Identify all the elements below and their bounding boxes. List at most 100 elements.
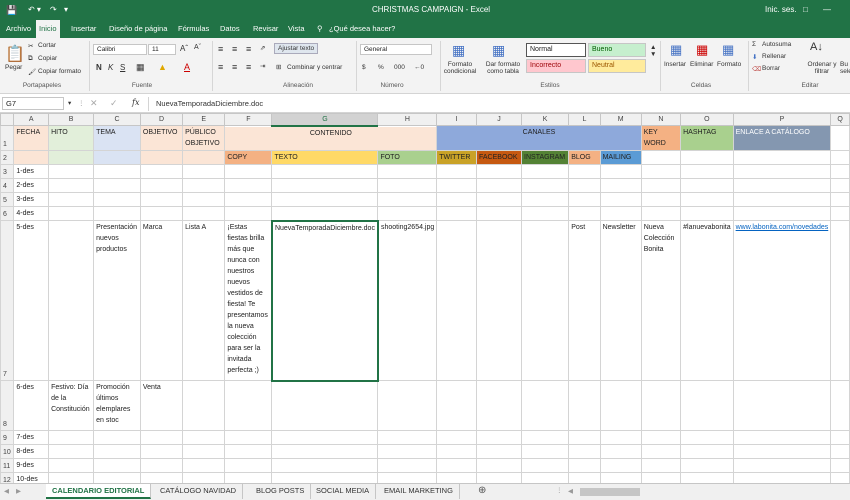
format-painter-button[interactable]: Copiar formato	[38, 68, 81, 75]
cell[interactable]	[830, 444, 850, 459]
cut-button[interactable]: Cortar	[38, 42, 56, 49]
cell[interactable]	[830, 430, 850, 445]
cell[interactable]	[224, 380, 273, 431]
column-header[interactable]: Q	[830, 113, 850, 126]
conditional-format-button[interactable]: Formato condicional	[440, 61, 480, 75]
cell[interactable]	[732, 178, 832, 193]
cell[interactable]	[182, 150, 226, 165]
cell[interactable]	[182, 380, 226, 431]
sort-filter-icon[interactable]: A↓	[810, 41, 823, 53]
column-header[interactable]: B	[48, 113, 95, 126]
name-box-dropdown-icon[interactable]: ▾	[68, 99, 71, 107]
cell[interactable]	[224, 192, 273, 207]
insert-cells-icon[interactable]: ▦	[670, 42, 682, 58]
cell[interactable]	[93, 192, 141, 207]
cell[interactable]	[830, 380, 850, 431]
cell[interactable]	[599, 178, 642, 193]
align-bottom-icon[interactable]: ≡	[246, 44, 251, 54]
cell[interactable]	[640, 472, 682, 483]
date-cell[interactable]: 10-des	[13, 472, 50, 483]
cell[interactable]	[521, 380, 570, 431]
font-name-select[interactable]: Calibri	[93, 44, 147, 55]
header-cell-publico[interactable]: PÚBLICO OBJETIVO	[182, 125, 226, 151]
subheader-cell-twitter[interactable]: TWITTER	[436, 150, 477, 165]
cell[interactable]	[568, 206, 601, 221]
cell[interactable]	[271, 458, 379, 473]
header-cell-contenido[interactable]: CONTENIDO	[224, 125, 438, 151]
autosum-button[interactable]: Autosuma	[762, 41, 791, 48]
cell[interactable]	[139, 458, 184, 473]
row-header[interactable]: 11	[0, 458, 15, 473]
cell[interactable]	[436, 458, 477, 473]
tab-revisar[interactable]: Revisar	[250, 20, 281, 38]
cell[interactable]	[732, 444, 832, 459]
scroll-right-icon[interactable]: ▶	[16, 487, 21, 495]
align-center-icon[interactable]: ≡	[232, 62, 237, 72]
cell[interactable]	[182, 178, 226, 193]
cell[interactable]	[93, 472, 141, 483]
cell[interactable]	[521, 444, 570, 459]
column-header[interactable]: C	[93, 113, 141, 126]
subheader-cell-facebook[interactable]: FACEBOOK	[475, 150, 523, 165]
cell[interactable]	[436, 380, 477, 431]
row-header[interactable]: 6	[0, 206, 15, 221]
format-table-icon[interactable]: ▦	[492, 42, 505, 59]
cell[interactable]	[182, 430, 226, 445]
cancel-icon[interactable]: ✕	[90, 98, 98, 109]
cell[interactable]	[271, 430, 379, 445]
style-neutral[interactable]: Neutral	[588, 59, 646, 73]
date-cell[interactable]: 6-des	[13, 380, 50, 431]
font-size-select[interactable]: 11	[148, 44, 176, 55]
cell[interactable]	[436, 178, 477, 193]
cell[interactable]	[48, 444, 95, 459]
delete-cells-icon[interactable]: ▦	[696, 42, 708, 58]
cell[interactable]	[640, 380, 682, 431]
cell-tema[interactable]: Promoción últimos elemplares en stoc	[93, 380, 141, 431]
cell[interactable]	[568, 192, 601, 207]
cell[interactable]	[48, 164, 95, 179]
cell[interactable]	[680, 206, 734, 221]
cell[interactable]	[521, 164, 570, 179]
enter-icon[interactable]: ✓	[110, 98, 118, 109]
column-header[interactable]: L	[568, 113, 601, 126]
cell[interactable]	[436, 164, 477, 179]
cell[interactable]	[640, 192, 682, 207]
cell[interactable]	[680, 150, 734, 165]
cell[interactable]	[48, 192, 95, 207]
cell[interactable]	[139, 444, 184, 459]
cell[interactable]	[271, 380, 379, 431]
date-cell[interactable]: 4-des	[13, 206, 50, 221]
tab-insertar[interactable]: Insertar	[68, 20, 99, 38]
cell[interactable]	[680, 430, 734, 445]
cell[interactable]	[93, 458, 141, 473]
cell[interactable]	[475, 178, 523, 193]
cell[interactable]	[521, 472, 570, 483]
cell[interactable]	[377, 178, 438, 193]
orientation-icon[interactable]: ⇗	[260, 44, 265, 52]
cell[interactable]	[640, 430, 682, 445]
insert-cells-button[interactable]: Insertar	[664, 61, 686, 68]
cell[interactable]	[521, 430, 570, 445]
bold-button[interactable]: N	[96, 63, 102, 72]
cell[interactable]	[13, 150, 50, 165]
cell-keyword[interactable]: Nueva Colección Bonita	[640, 220, 682, 381]
conditional-format-icon[interactable]: ▦	[452, 42, 465, 59]
date-cell[interactable]: 7-des	[13, 430, 50, 445]
align-middle-icon[interactable]: ≡	[232, 44, 237, 54]
name-box[interactable]: G7	[2, 97, 64, 110]
header-cell-enlace[interactable]: ENLACE A CATÁLOGO	[732, 125, 832, 151]
cell[interactable]	[377, 444, 438, 459]
cell[interactable]	[224, 430, 273, 445]
cell[interactable]	[475, 472, 523, 483]
insert-function-button[interactable]: fx	[132, 98, 139, 107]
format-cells-button[interactable]: Formato	[717, 61, 741, 68]
cell[interactable]	[224, 164, 273, 179]
redo-icon[interactable]: ↷	[50, 5, 57, 14]
cell-hito[interactable]: Festivo: Día de la Constitución	[48, 380, 95, 431]
grow-font-icon[interactable]: Aˆ	[180, 44, 188, 53]
cell[interactable]	[732, 192, 832, 207]
cell[interactable]	[521, 458, 570, 473]
cell[interactable]	[599, 458, 642, 473]
tab-vista[interactable]: Vista	[285, 20, 308, 38]
cell[interactable]	[139, 472, 184, 483]
